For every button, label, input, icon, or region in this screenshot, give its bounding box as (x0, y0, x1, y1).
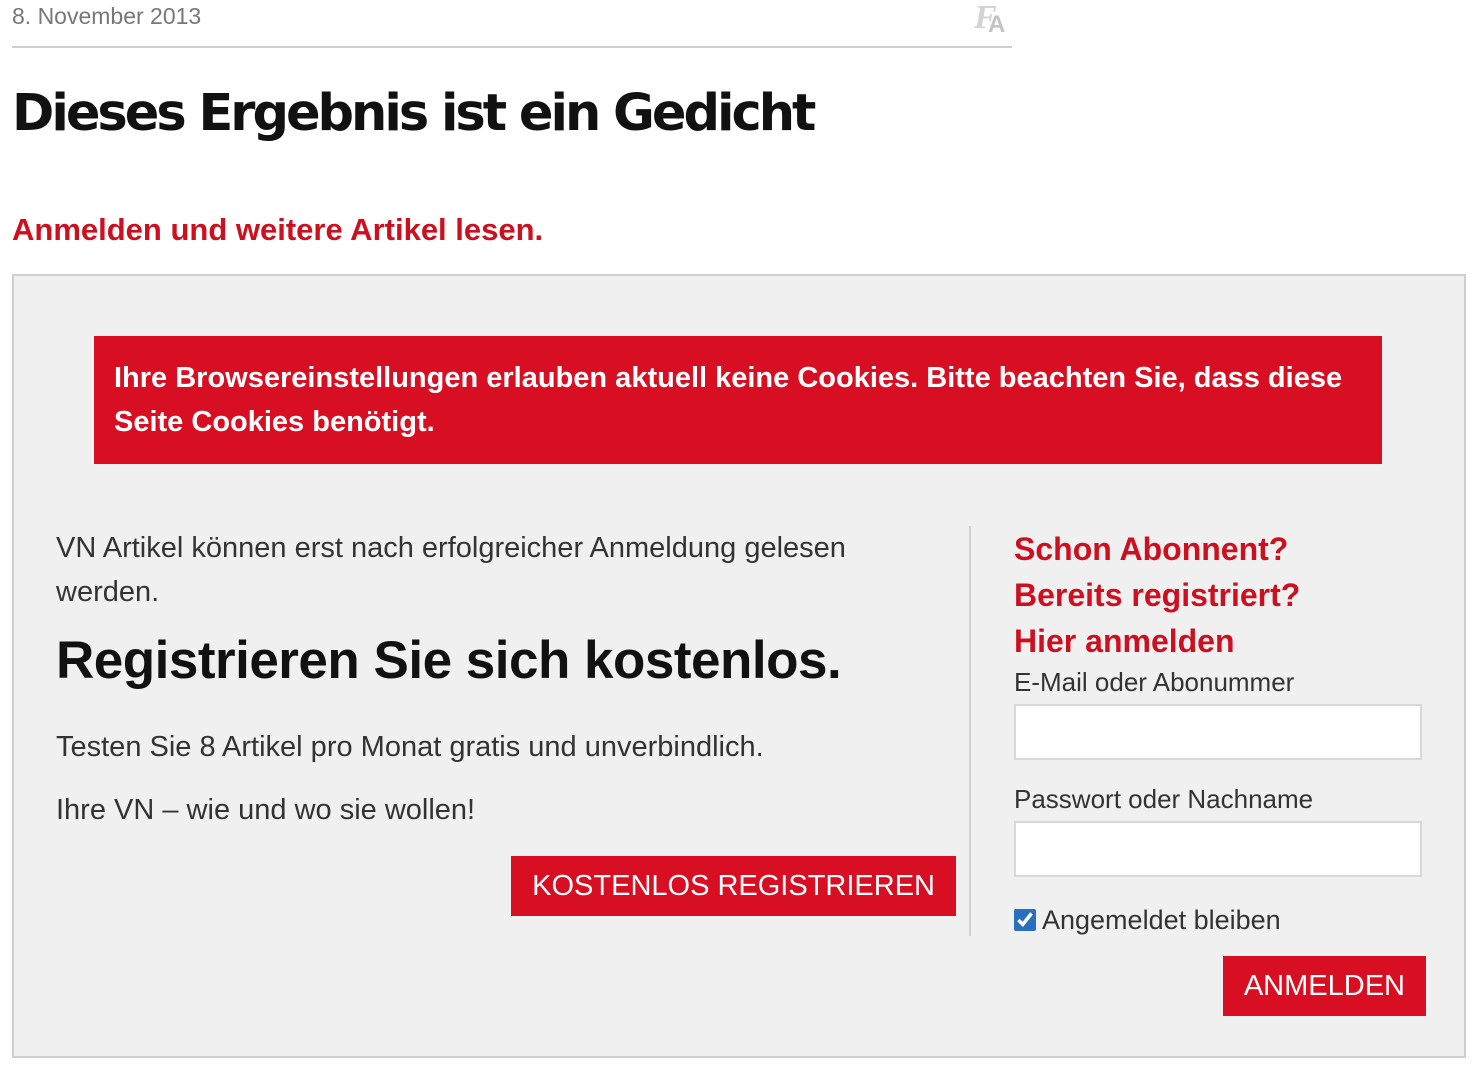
column-divider (969, 526, 971, 936)
email-field[interactable] (1014, 704, 1422, 760)
password-field[interactable] (1014, 821, 1422, 877)
register-section: VN Artikel können erst nach erfolgreiche… (56, 526, 956, 926)
remember-row: Angemeldet bleiben (1014, 903, 1424, 937)
login-prompt: Anmelden und weitere Artikel lesen. (12, 212, 544, 247)
register-slogan: Ihre VN – wie und wo sie wollen! (56, 794, 476, 826)
font-size-icon[interactable]: F A (972, 0, 1010, 36)
password-label: Passwort oder Nachname (1014, 784, 1314, 814)
email-label: E-Mail oder Abonummer (1014, 667, 1295, 697)
cookie-alert: Ihre Browsereinstellungen erlauben aktue… (94, 336, 1382, 464)
article-headline: Dieses Ergebnis ist ein Gedicht (12, 84, 816, 143)
svg-text:A: A (988, 11, 1005, 36)
remember-checkbox[interactable] (1014, 909, 1036, 931)
register-offer: Testen Sie 8 Artikel pro Monat gratis un… (56, 731, 764, 763)
remember-label[interactable]: Angemeldet bleiben (1042, 905, 1281, 936)
login-headline-login-here: Hier anmelden (1014, 623, 1235, 659)
login-section: Schon Abonnent? Bereits registriert? Hie… (1014, 526, 1426, 1026)
login-headline-subscriber: Schon Abonnent? (1014, 531, 1289, 567)
login-headline-registered: Bereits registriert? (1014, 577, 1301, 613)
article-meta-row: 8. November 2013 F A (12, 0, 1012, 48)
paywall-box: Ihre Browsereinstellungen erlauben aktue… (12, 274, 1466, 1058)
article-date: 8. November 2013 (12, 3, 202, 29)
login-button[interactable]: ANMELDEN (1222, 956, 1426, 1016)
register-title: Registrieren Sie sich kostenlos. (56, 631, 842, 690)
register-intro: VN Artikel können erst nach erfolgreiche… (56, 532, 846, 608)
register-button[interactable]: KOSTENLOS REGISTRIEREN (511, 856, 956, 916)
